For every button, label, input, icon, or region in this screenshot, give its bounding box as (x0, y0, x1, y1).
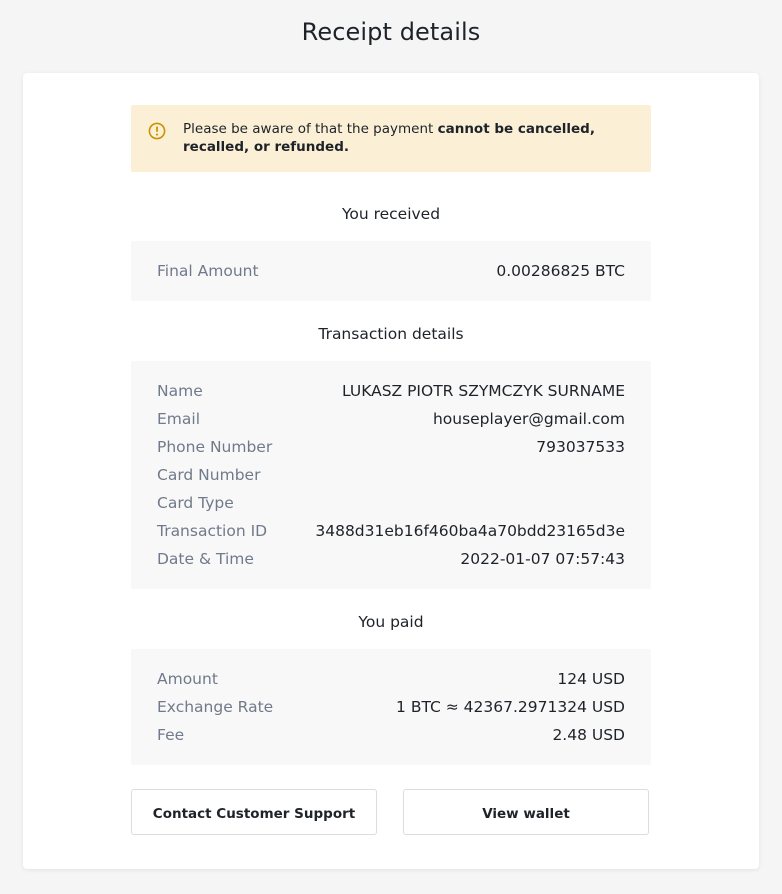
detail-row: Name LUKASZ PIOTR SZYMCZYK SURNAME (157, 377, 625, 405)
row-value: 793037533 (536, 438, 625, 456)
row-label: Email (157, 410, 201, 428)
detail-row: Amount 124 USD (157, 665, 625, 693)
contact-support-button[interactable]: Contact Customer Support (131, 789, 377, 835)
warning-banner: Please be aware of that the payment cann… (131, 105, 651, 172)
section-title-received: You received (341, 205, 441, 223)
detail-row: Transaction ID 3488d31eb16f460ba4a70bdd2… (157, 517, 625, 545)
warning-text-prefix: Please be aware of that the payment (183, 121, 438, 137)
row-label: Exchange Rate (157, 698, 274, 716)
warning-text: Please be aware of that the payment cann… (183, 120, 638, 156)
detail-row: Email houseplayer@gmail.com (157, 405, 625, 433)
detail-row: Final Amount 0.00286825 BTC (157, 257, 625, 285)
row-label: Card Number (157, 466, 261, 484)
row-value: 2022-01-07 07:57:43 (460, 550, 625, 568)
row-label: Transaction ID (157, 522, 268, 540)
detail-row: Card Number (157, 461, 625, 489)
row-label: Final Amount (157, 262, 259, 280)
row-label: Card Type (157, 494, 234, 512)
row-value: 2.48 USD (552, 726, 625, 744)
detail-row: Phone Number 793037533 (157, 433, 625, 461)
view-wallet-button[interactable]: View wallet (403, 789, 649, 835)
transaction-box: Name LUKASZ PIOTR SZYMCZYK SURNAME Email… (131, 361, 651, 589)
row-value: 3488d31eb16f460ba4a70bdd23165d3e (315, 522, 625, 540)
detail-row: Card Type (157, 489, 625, 517)
row-value: 1 BTC ≈ 42367.2971324 USD (396, 698, 625, 716)
detail-row: Fee 2.48 USD (157, 721, 625, 749)
detail-row: Date & Time 2022-01-07 07:57:43 (157, 545, 625, 573)
page-title: Receipt details (301, 18, 481, 46)
row-label: Amount (157, 670, 218, 688)
warning-circle-icon (148, 122, 166, 140)
section-title-transaction: Transaction details (318, 325, 464, 343)
section-title-paid: You paid (358, 613, 424, 631)
row-value: houseplayer@gmail.com (432, 410, 625, 428)
row-value: LUKASZ PIOTR SZYMCZYK SURNAME (342, 382, 625, 400)
row-label: Date & Time (157, 550, 254, 568)
paid-box: Amount 124 USD Exchange Rate 1 BTC ≈ 423… (131, 649, 651, 765)
row-value: 0.00286825 BTC (496, 262, 625, 280)
receipt-card: Please be aware of that the payment cann… (23, 73, 759, 869)
row-label: Fee (157, 726, 185, 744)
row-label: Phone Number (157, 438, 273, 456)
row-label: Name (157, 382, 203, 400)
received-box: Final Amount 0.00286825 BTC (131, 241, 651, 301)
detail-row: Exchange Rate 1 BTC ≈ 42367.2971324 USD (157, 693, 625, 721)
row-value: 124 USD (557, 670, 625, 688)
